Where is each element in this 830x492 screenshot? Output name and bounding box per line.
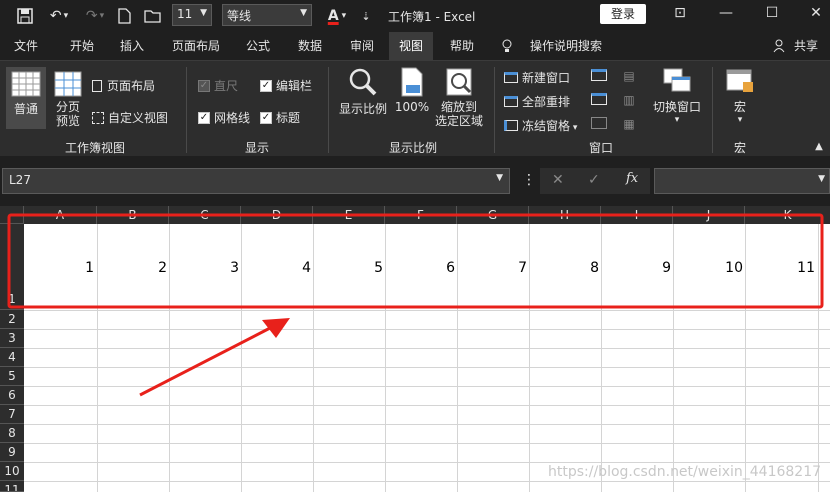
annotation-arrow bbox=[139, 325, 273, 397]
arrow-head bbox=[262, 318, 290, 338]
highlight-box bbox=[7, 213, 824, 309]
annotation-overlay bbox=[7, 213, 824, 397]
